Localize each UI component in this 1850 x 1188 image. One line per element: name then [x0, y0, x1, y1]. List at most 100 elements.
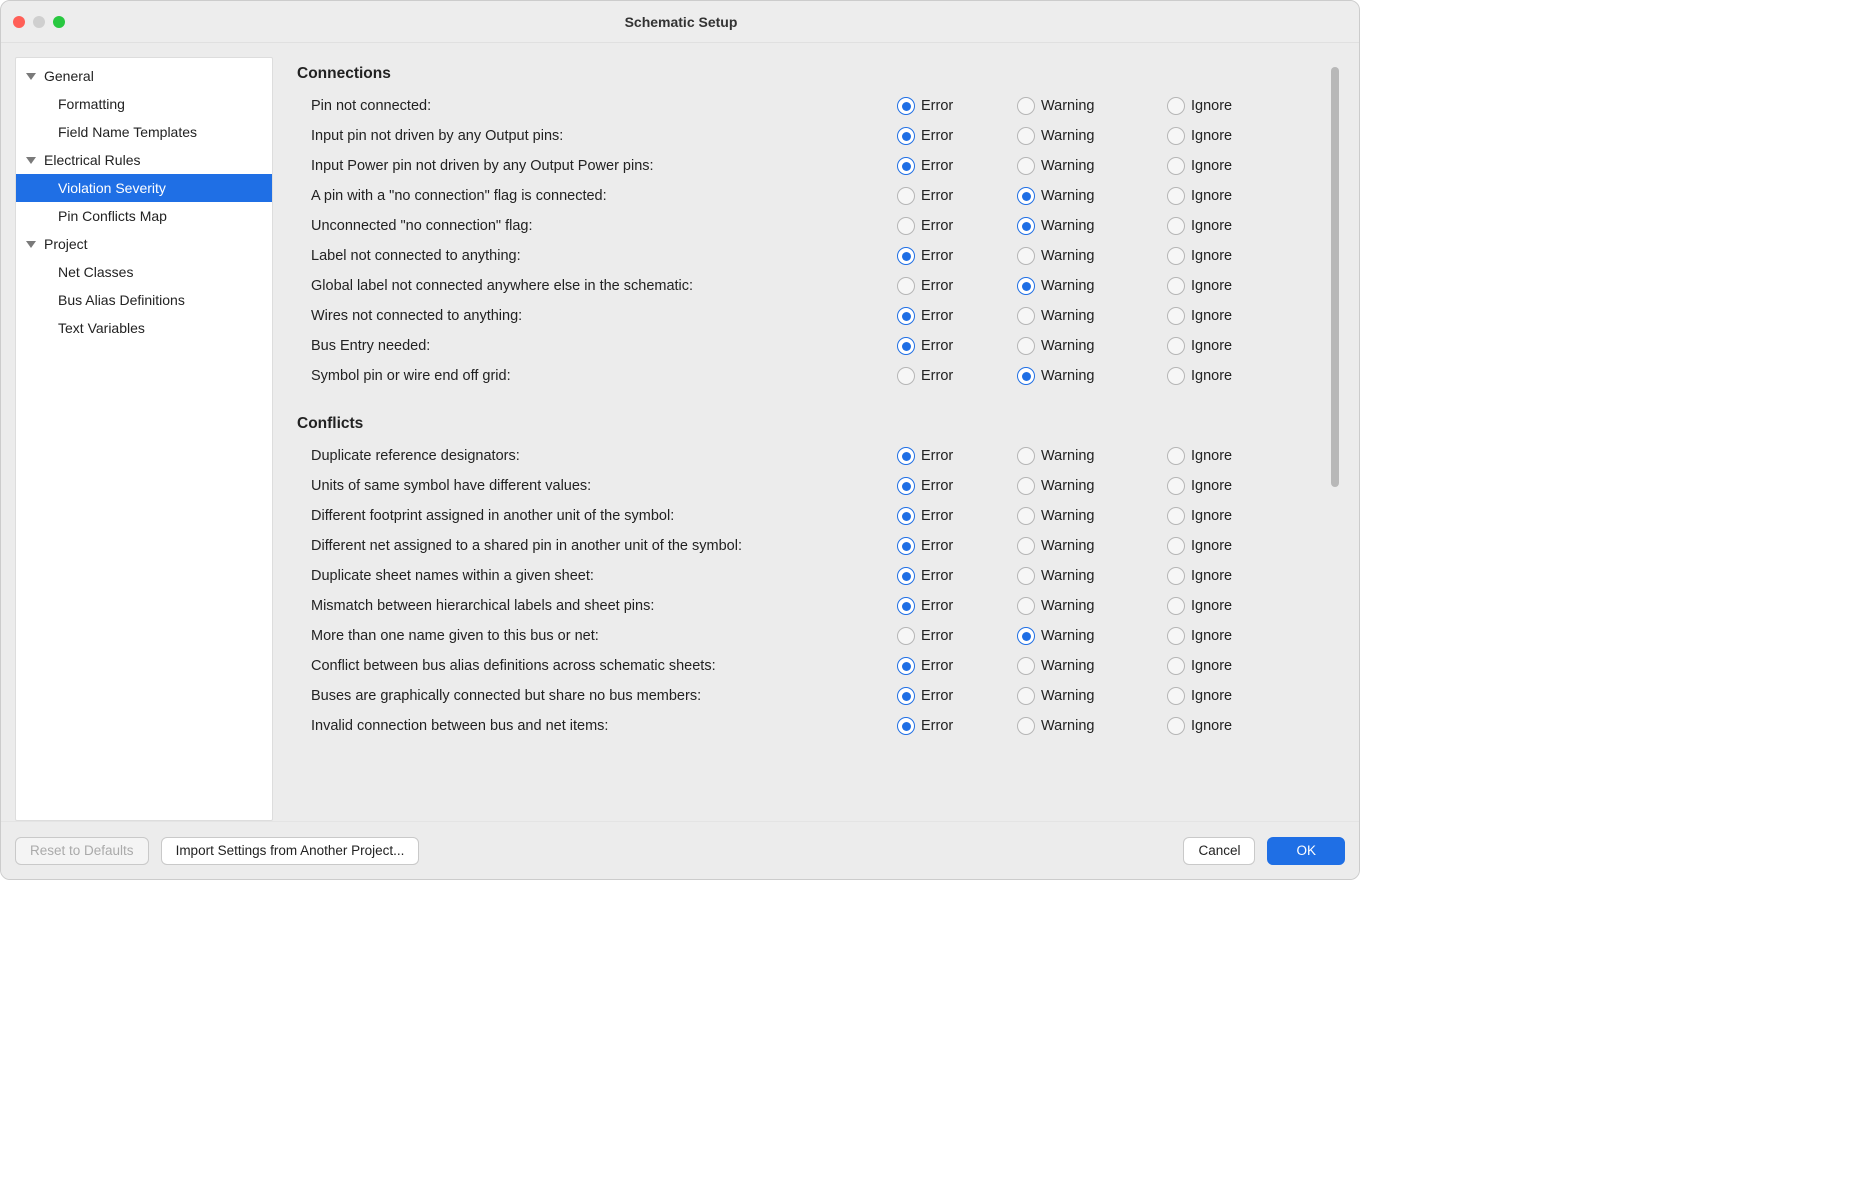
tree-item-project[interactable]: Project	[16, 230, 272, 258]
radio-warning[interactable]	[1017, 247, 1035, 265]
radio-ignore[interactable]	[1167, 687, 1185, 705]
radio-error[interactable]	[897, 717, 915, 735]
radio-error[interactable]	[897, 97, 915, 115]
severity-option-ignore[interactable]: Ignore	[1167, 187, 1287, 205]
severity-option-warning[interactable]: Warning	[1017, 97, 1167, 115]
severity-option-error[interactable]: Error	[897, 187, 1017, 205]
severity-option-warning[interactable]: Warning	[1017, 337, 1167, 355]
severity-option-error[interactable]: Error	[897, 687, 1017, 705]
radio-warning[interactable]	[1017, 627, 1035, 645]
radio-ignore[interactable]	[1167, 307, 1185, 325]
severity-option-ignore[interactable]: Ignore	[1167, 687, 1287, 705]
ok-button[interactable]: OK	[1267, 837, 1345, 865]
severity-option-ignore[interactable]: Ignore	[1167, 157, 1287, 175]
rules-scroll-area[interactable]: ConnectionsPin not connected:ErrorWarnin…	[297, 57, 1321, 811]
severity-option-warning[interactable]: Warning	[1017, 447, 1167, 465]
radio-warning[interactable]	[1017, 97, 1035, 115]
tree-item-pin-conflicts-map[interactable]: Pin Conflicts Map	[16, 202, 272, 230]
radio-ignore[interactable]	[1167, 157, 1185, 175]
severity-option-error[interactable]: Error	[897, 367, 1017, 385]
severity-option-ignore[interactable]: Ignore	[1167, 507, 1287, 525]
radio-error[interactable]	[897, 657, 915, 675]
radio-warning[interactable]	[1017, 657, 1035, 675]
severity-option-warning[interactable]: Warning	[1017, 597, 1167, 615]
radio-error[interactable]	[897, 277, 915, 295]
radio-warning[interactable]	[1017, 567, 1035, 585]
radio-error[interactable]	[897, 367, 915, 385]
radio-error[interactable]	[897, 127, 915, 145]
radio-error[interactable]	[897, 307, 915, 325]
severity-option-ignore[interactable]: Ignore	[1167, 657, 1287, 675]
radio-warning[interactable]	[1017, 307, 1035, 325]
tree-item-field-name-templates[interactable]: Field Name Templates	[16, 118, 272, 146]
radio-error[interactable]	[897, 187, 915, 205]
radio-ignore[interactable]	[1167, 537, 1185, 555]
severity-option-warning[interactable]: Warning	[1017, 127, 1167, 145]
radio-error[interactable]	[897, 507, 915, 525]
tree-item-electrical-rules[interactable]: Electrical Rules	[16, 146, 272, 174]
radio-error[interactable]	[897, 537, 915, 555]
severity-option-warning[interactable]: Warning	[1017, 687, 1167, 705]
radio-ignore[interactable]	[1167, 657, 1185, 675]
severity-option-warning[interactable]: Warning	[1017, 277, 1167, 295]
severity-option-ignore[interactable]: Ignore	[1167, 127, 1287, 145]
radio-ignore[interactable]	[1167, 97, 1185, 115]
radio-ignore[interactable]	[1167, 597, 1185, 615]
radio-warning[interactable]	[1017, 507, 1035, 525]
radio-ignore[interactable]	[1167, 367, 1185, 385]
severity-option-error[interactable]: Error	[897, 597, 1017, 615]
severity-option-warning[interactable]: Warning	[1017, 187, 1167, 205]
severity-option-warning[interactable]: Warning	[1017, 717, 1167, 735]
radio-error[interactable]	[897, 337, 915, 355]
disclosure-icon[interactable]	[24, 69, 38, 83]
radio-ignore[interactable]	[1167, 447, 1185, 465]
severity-option-ignore[interactable]: Ignore	[1167, 277, 1287, 295]
tree-item-net-classes[interactable]: Net Classes	[16, 258, 272, 286]
severity-option-warning[interactable]: Warning	[1017, 217, 1167, 235]
radio-warning[interactable]	[1017, 277, 1035, 295]
radio-ignore[interactable]	[1167, 337, 1185, 355]
severity-option-error[interactable]: Error	[897, 337, 1017, 355]
severity-option-warning[interactable]: Warning	[1017, 247, 1167, 265]
severity-option-error[interactable]: Error	[897, 657, 1017, 675]
radio-ignore[interactable]	[1167, 477, 1185, 495]
severity-option-ignore[interactable]: Ignore	[1167, 217, 1287, 235]
severity-option-error[interactable]: Error	[897, 477, 1017, 495]
vertical-scrollbar[interactable]	[1331, 67, 1339, 487]
settings-tree[interactable]: GeneralFormattingField Name TemplatesEle…	[15, 57, 273, 821]
severity-option-warning[interactable]: Warning	[1017, 507, 1167, 525]
radio-warning[interactable]	[1017, 597, 1035, 615]
severity-option-ignore[interactable]: Ignore	[1167, 477, 1287, 495]
severity-option-warning[interactable]: Warning	[1017, 627, 1167, 645]
tree-item-bus-alias-definitions[interactable]: Bus Alias Definitions	[16, 286, 272, 314]
radio-ignore[interactable]	[1167, 567, 1185, 585]
severity-option-warning[interactable]: Warning	[1017, 477, 1167, 495]
radio-ignore[interactable]	[1167, 127, 1185, 145]
severity-option-ignore[interactable]: Ignore	[1167, 537, 1287, 555]
severity-option-ignore[interactable]: Ignore	[1167, 717, 1287, 735]
disclosure-icon[interactable]	[24, 237, 38, 251]
severity-option-error[interactable]: Error	[897, 447, 1017, 465]
severity-option-error[interactable]: Error	[897, 567, 1017, 585]
radio-warning[interactable]	[1017, 157, 1035, 175]
severity-option-ignore[interactable]: Ignore	[1167, 367, 1287, 385]
severity-option-error[interactable]: Error	[897, 157, 1017, 175]
radio-error[interactable]	[897, 217, 915, 235]
radio-error[interactable]	[897, 627, 915, 645]
severity-option-error[interactable]: Error	[897, 277, 1017, 295]
severity-option-error[interactable]: Error	[897, 217, 1017, 235]
severity-option-ignore[interactable]: Ignore	[1167, 627, 1287, 645]
radio-ignore[interactable]	[1167, 217, 1185, 235]
radio-error[interactable]	[897, 477, 915, 495]
tree-item-violation-severity[interactable]: Violation Severity	[16, 174, 272, 202]
severity-option-warning[interactable]: Warning	[1017, 657, 1167, 675]
tree-item-formatting[interactable]: Formatting	[16, 90, 272, 118]
radio-error[interactable]	[897, 597, 915, 615]
severity-option-ignore[interactable]: Ignore	[1167, 597, 1287, 615]
radio-warning[interactable]	[1017, 187, 1035, 205]
severity-option-error[interactable]: Error	[897, 97, 1017, 115]
severity-option-ignore[interactable]: Ignore	[1167, 97, 1287, 115]
severity-option-error[interactable]: Error	[897, 507, 1017, 525]
severity-option-error[interactable]: Error	[897, 307, 1017, 325]
severity-option-ignore[interactable]: Ignore	[1167, 307, 1287, 325]
